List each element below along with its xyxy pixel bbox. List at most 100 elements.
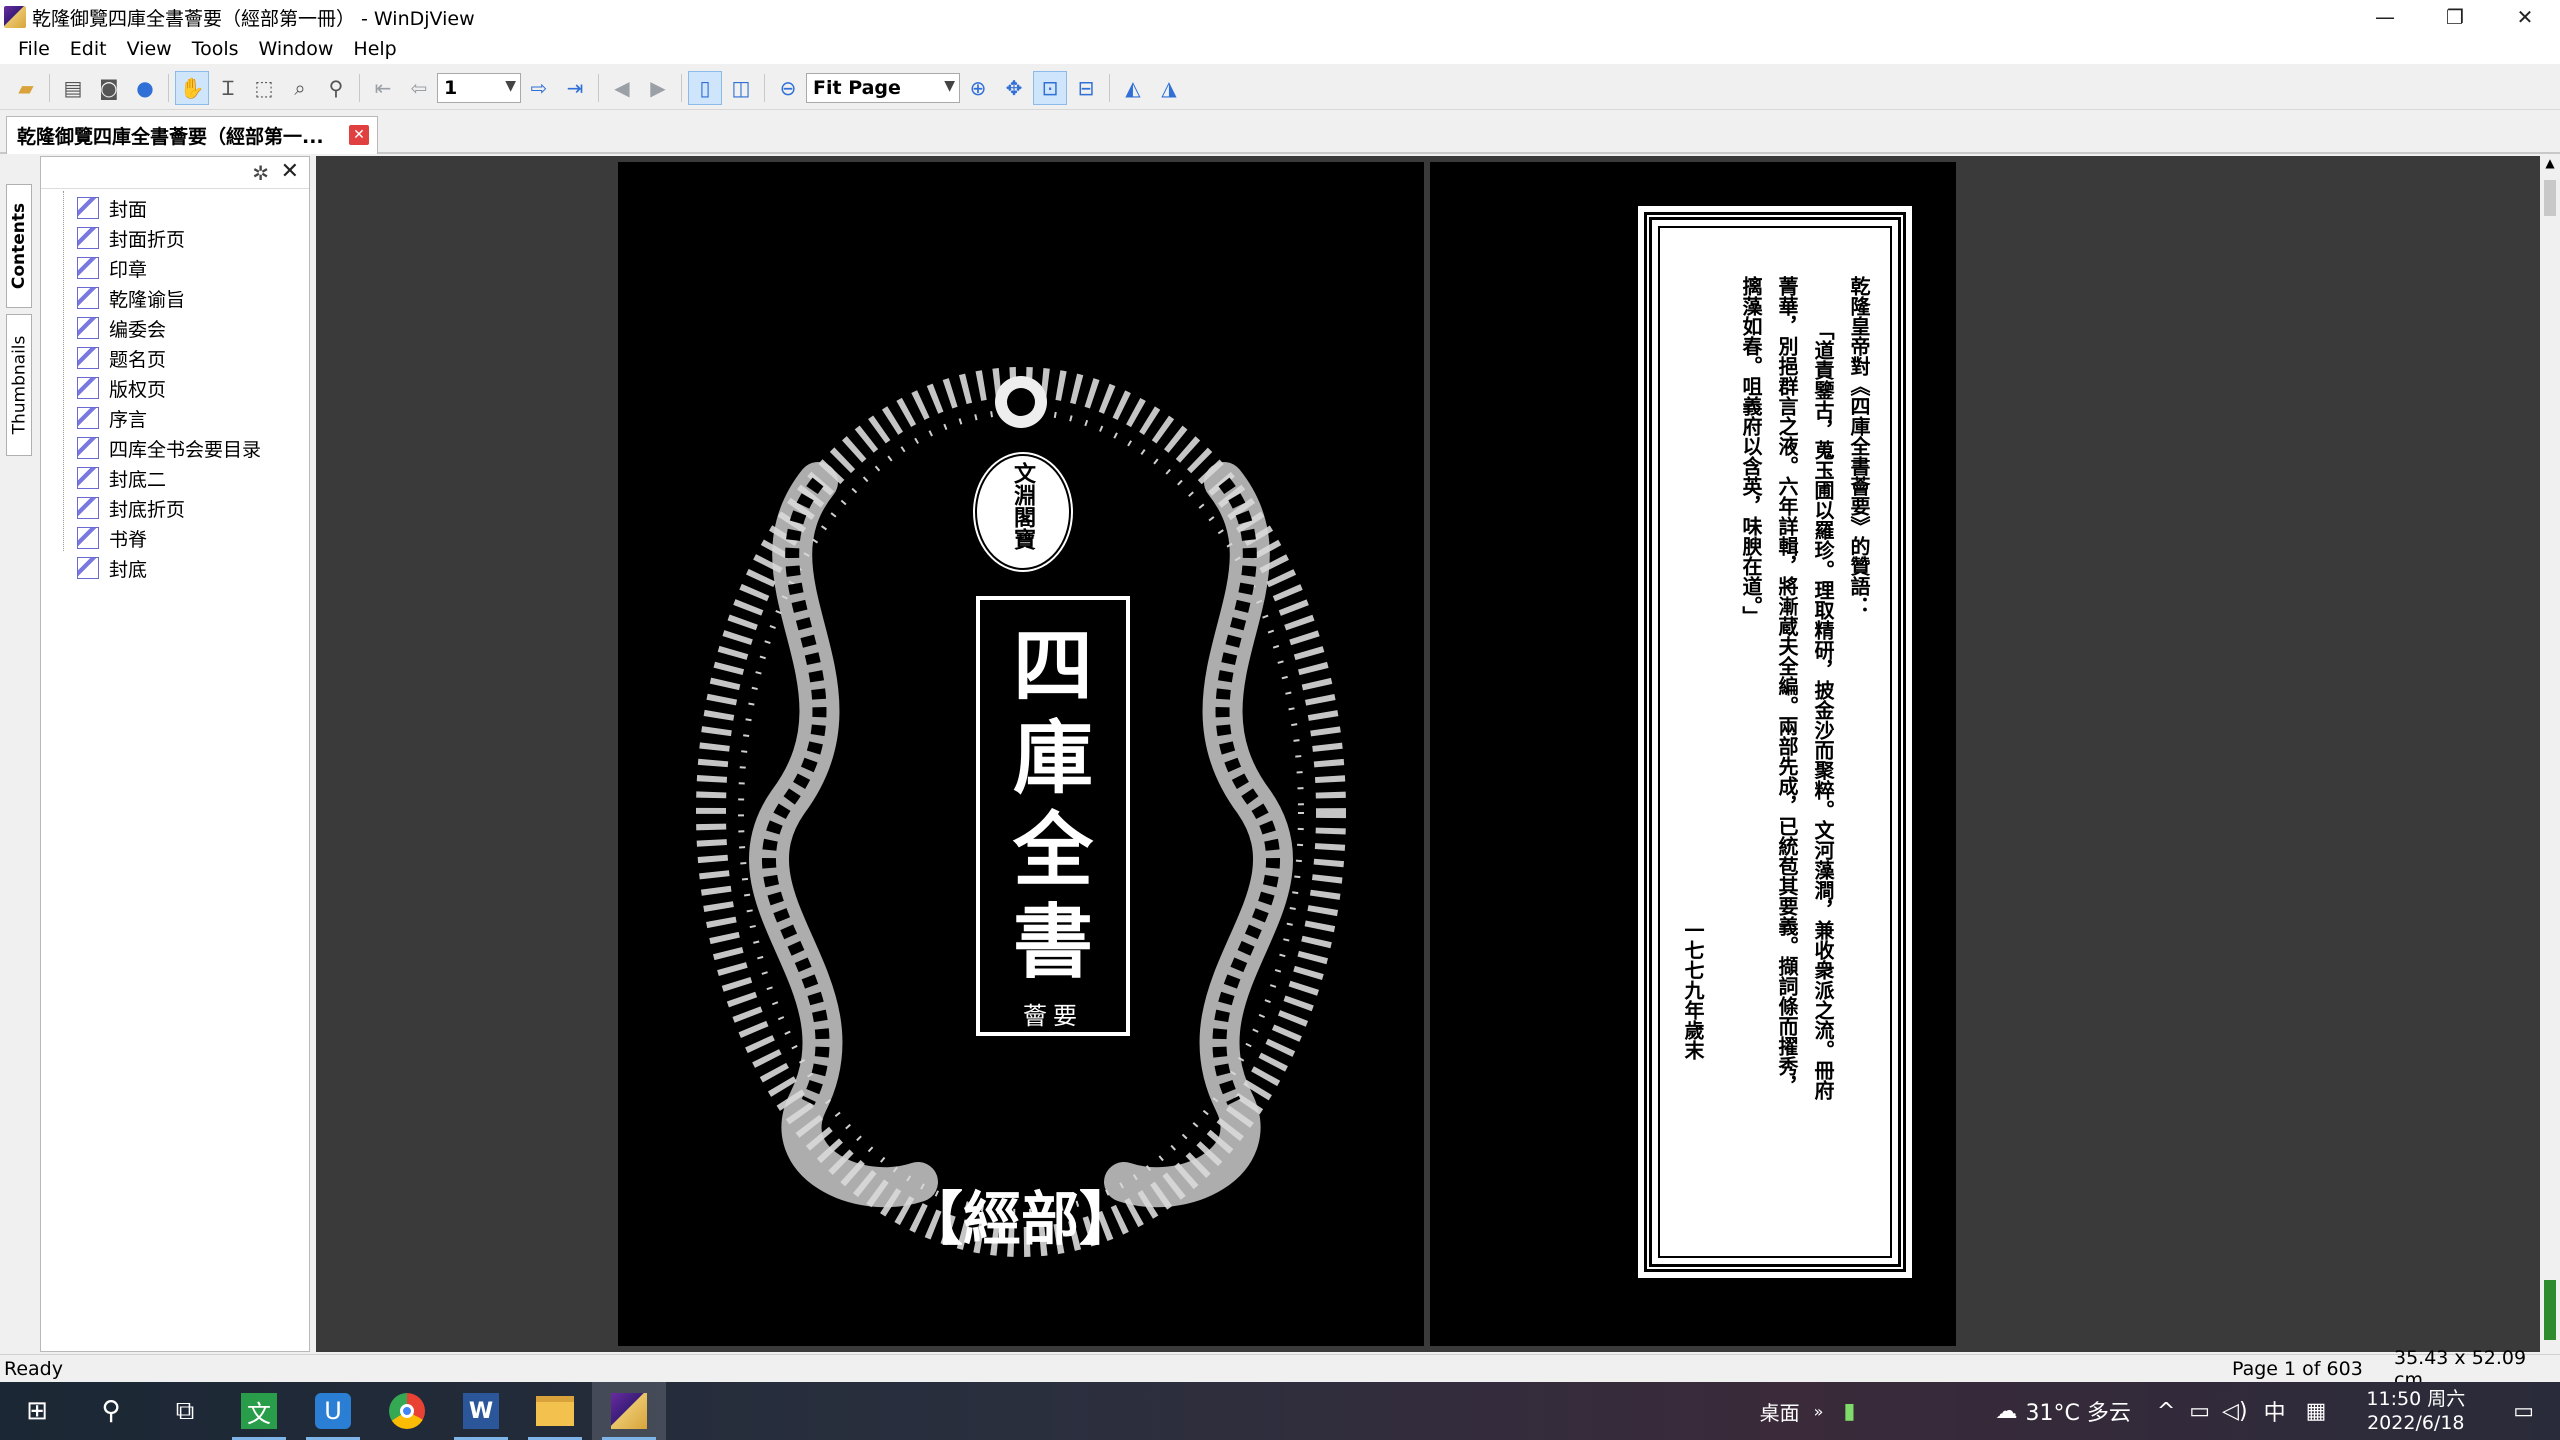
cover-page: 文淵閣寶 四 庫 全 書 薈要 【經部】: [618, 162, 1424, 1346]
battery-icon[interactable]: ▮: [1843, 1399, 1855, 1424]
fit-width-icon[interactable]: ✥: [997, 71, 1031, 105]
subtitle: 薈要: [1023, 1002, 1083, 1030]
hand-tool-icon[interactable]: ✋: [175, 70, 209, 105]
page-bookmark-icon: [77, 317, 99, 339]
menu-edit[interactable]: Edit: [60, 38, 117, 60]
tree-item-label: 序言: [109, 408, 148, 431]
ime-indicator[interactable]: 中: [2264, 1395, 2286, 1427]
page-bookmark-icon: [77, 287, 99, 309]
taskbar-word-icon[interactable]: W: [444, 1382, 518, 1440]
document-view[interactable]: 文淵閣寶 四 庫 全 書 薈要 【經部】 乾隆皇帝對《四庫全書薈要》的贊語： 「…: [316, 156, 2540, 1352]
single-page-icon[interactable]: ▯: [688, 70, 722, 105]
windjview-app-icon: [4, 6, 26, 28]
tree-item-label: 题名页: [109, 348, 167, 371]
close-button[interactable]: ✕: [2490, 0, 2560, 34]
fit-page-icon[interactable]: ⊡: [1033, 70, 1067, 105]
close-tab-icon[interactable]: ✕: [349, 125, 369, 145]
desktop-toolbar-label[interactable]: 桌面: [1760, 1397, 1800, 1426]
weather-text[interactable]: 31°C 多云: [2025, 1395, 2130, 1427]
notification-icon[interactable]: ▭: [2513, 1399, 2534, 1424]
search-icon[interactable]: ⚲: [74, 1382, 148, 1440]
clock[interactable]: 11:50 周六 2022/6/18: [2366, 1387, 2465, 1435]
page-bookmark-icon: [77, 557, 99, 579]
info-icon[interactable]: ●: [128, 71, 162, 105]
first-page-icon[interactable]: ⇤: [366, 71, 400, 105]
volume-icon[interactable]: ◁): [2222, 1399, 2248, 1424]
ime-grid-icon[interactable]: ▦: [2306, 1399, 2327, 1424]
tree-item[interactable]: 封底二: [41, 463, 309, 493]
tree-item[interactable]: 乾隆谕旨: [41, 283, 309, 313]
minimize-button[interactable]: —: [2350, 0, 2420, 34]
scrollbar-thumb[interactable]: [2544, 1280, 2556, 1340]
print-icon[interactable]: ▤: [56, 71, 90, 105]
tree-item[interactable]: 印章: [41, 253, 309, 283]
back-icon[interactable]: ◀: [605, 71, 639, 105]
title-bar: 乾隆御覽四庫全書薈要（經部第一冊） - WinDjView — ❐ ✕: [0, 0, 2560, 34]
gear-icon[interactable]: ✲: [252, 161, 269, 185]
toolbar-separator: [49, 73, 50, 102]
taskbar-app-u-icon[interactable]: U: [296, 1382, 370, 1440]
taskbar-windjview-icon[interactable]: [592, 1382, 666, 1440]
actual-size-icon[interactable]: ⊟: [1069, 71, 1103, 105]
scroll-up-icon[interactable]: ▲: [2540, 156, 2560, 176]
tree-item[interactable]: 封面折页: [41, 223, 309, 253]
chevron-down-icon: ▼: [944, 77, 955, 94]
rotate-right-icon[interactable]: ◮: [1152, 71, 1186, 105]
tree-item[interactable]: 书脊: [41, 523, 309, 553]
zoom-rect-icon[interactable]: ⌕: [283, 71, 317, 105]
page-bookmark-icon: [77, 527, 99, 549]
status-text: Ready: [4, 1357, 63, 1380]
network-icon[interactable]: ▭: [2189, 1399, 2210, 1424]
magnify-icon[interactable]: ⚲: [319, 71, 353, 105]
tree-item[interactable]: 编委会: [41, 313, 309, 343]
last-page-icon[interactable]: ⇥: [558, 71, 592, 105]
page-bookmark-icon: [77, 407, 99, 429]
rect-select-icon[interactable]: ⬚: [247, 71, 281, 105]
inscription-col-4: 摛藻如春。咀義府以含英，味腴在道。」: [1739, 276, 1763, 626]
chevron-expand-icon[interactable]: »: [1814, 1402, 1824, 1421]
taskbar-file-explorer-icon[interactable]: [518, 1382, 592, 1440]
menu-view[interactable]: View: [117, 38, 182, 60]
restore-button[interactable]: ❐: [2420, 0, 2490, 34]
tab-contents[interactable]: Contents: [6, 184, 32, 308]
text-select-icon[interactable]: Ɪ: [211, 71, 245, 105]
taskbar-app-wen-icon[interactable]: 文: [222, 1382, 296, 1440]
tree-item[interactable]: 封底: [41, 553, 309, 583]
menu-tools[interactable]: Tools: [182, 38, 249, 60]
title-char: 庫: [1013, 711, 1093, 805]
page-number-combo[interactable]: 1 ▼: [437, 72, 521, 103]
find-icon[interactable]: ◙: [92, 71, 126, 105]
close-panel-icon[interactable]: ✕: [281, 159, 299, 184]
tree-item[interactable]: 封底折页: [41, 493, 309, 523]
chevron-up-icon[interactable]: ^: [2157, 1399, 2175, 1424]
facing-pages-icon[interactable]: ◫: [724, 71, 758, 105]
forward-icon[interactable]: ▶: [641, 71, 675, 105]
tree-item[interactable]: 题名页: [41, 343, 309, 373]
open-folder-icon[interactable]: ▰: [9, 71, 43, 105]
tab-thumbnails[interactable]: Thumbnails: [6, 314, 32, 456]
toolbar-separator: [359, 73, 360, 102]
seal-text: 文淵閣寶: [1010, 462, 1036, 550]
tree-item-label: 封底: [109, 558, 148, 581]
menu-help[interactable]: Help: [343, 38, 406, 60]
tab-contents-label: Contents: [9, 202, 30, 290]
zoom-in-icon[interactable]: ⊕: [961, 71, 995, 105]
task-view-icon[interactable]: ⧉: [148, 1382, 222, 1440]
start-windows-icon[interactable]: ⊞: [0, 1382, 74, 1440]
vertical-scrollbar[interactable]: ▲: [2540, 156, 2560, 1352]
tree-item[interactable]: 版权页: [41, 373, 309, 403]
previous-page-icon[interactable]: ⇦: [402, 71, 436, 105]
page-bookmark-icon: [77, 497, 99, 519]
menu-file[interactable]: File: [8, 38, 60, 60]
taskbar-browser-icon[interactable]: [370, 1382, 444, 1440]
tree-item[interactable]: 四库全书会要目录: [41, 433, 309, 463]
rotate-left-icon[interactable]: ◭: [1116, 71, 1150, 105]
document-tab[interactable]: 乾隆御覽四庫全書薈要（經部第一... ✕: [6, 116, 378, 154]
tree-item[interactable]: 序言: [41, 403, 309, 433]
next-page-icon[interactable]: ⇨: [522, 71, 556, 105]
zoom-out-icon[interactable]: ⊖: [771, 71, 805, 105]
page-bookmark-icon: [77, 467, 99, 489]
tree-item[interactable]: 封面: [41, 193, 309, 223]
menu-window[interactable]: Window: [249, 38, 344, 60]
zoom-combo[interactable]: Fit Page ▼: [806, 72, 960, 103]
